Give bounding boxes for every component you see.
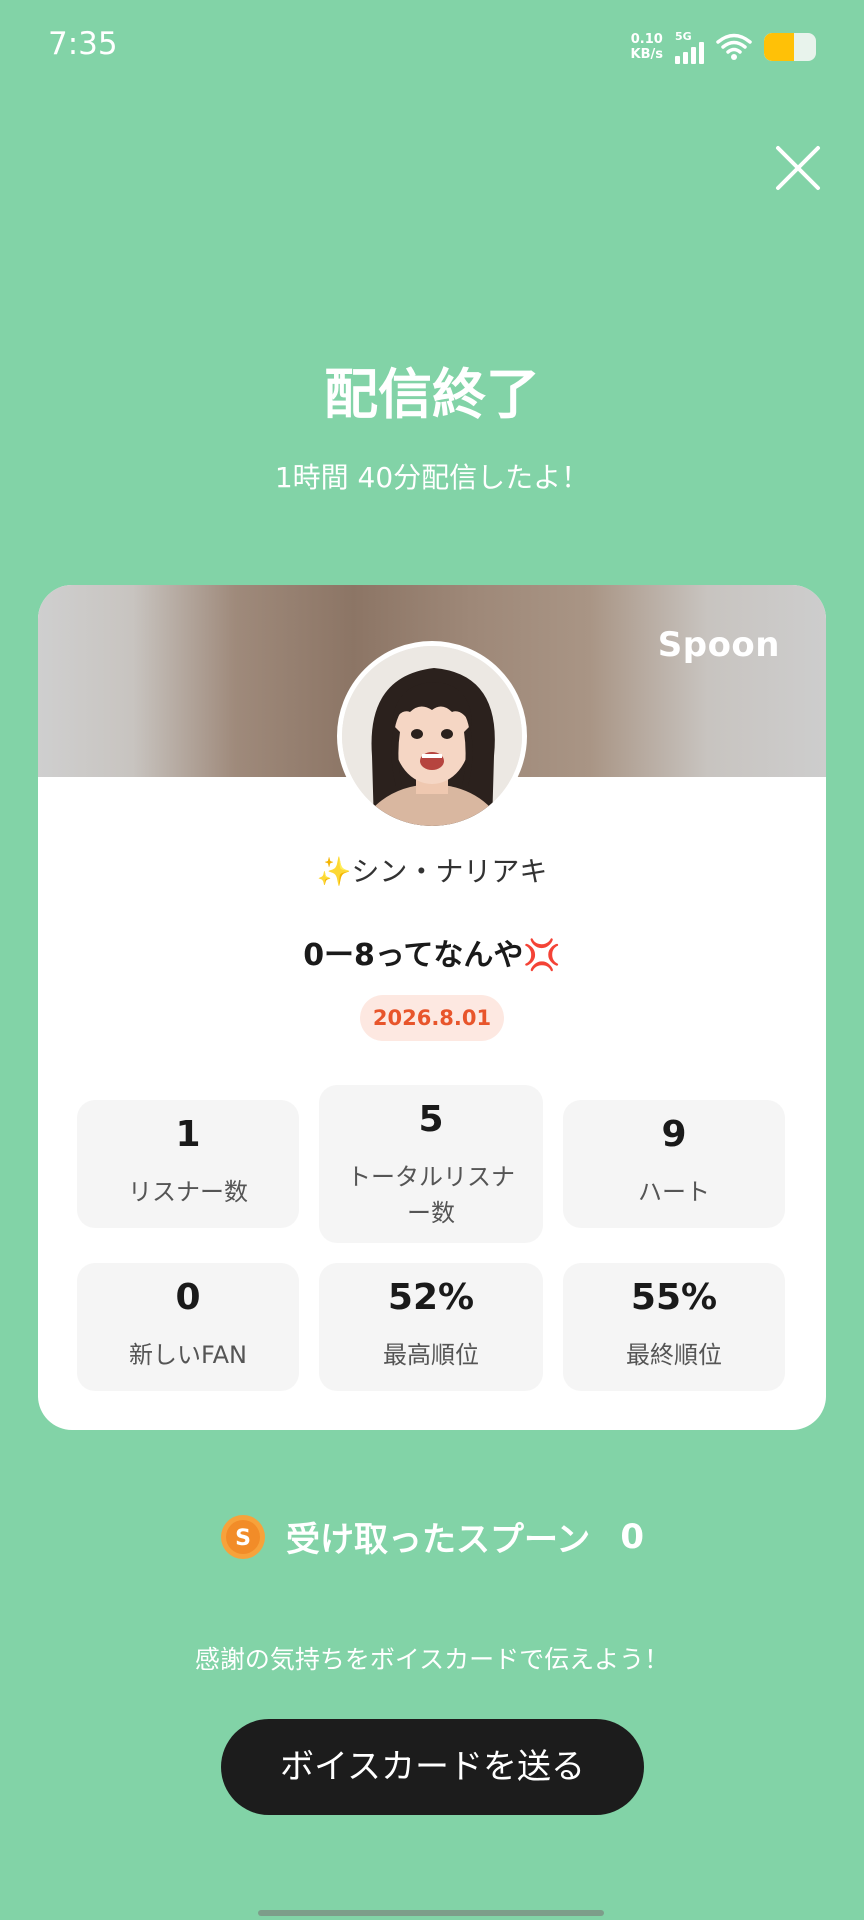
status-icons: 0.10 KB/s 5G <box>631 30 816 64</box>
send-voice-card-button[interactable]: ボイスカードを送る <box>221 1719 644 1815</box>
home-indicator[interactable] <box>258 1910 604 1916</box>
status-time: 7:35 <box>48 26 118 62</box>
spoons-count: 0 <box>620 1516 644 1557</box>
battery-icon <box>764 33 816 61</box>
stat-hearts: 9 ハート <box>563 1100 785 1228</box>
received-spoons: S 受け取ったスプーン 0 <box>0 1512 864 1561</box>
stat-total-listeners: 5 トータルリスナ ー数 <box>319 1085 543 1243</box>
network-speed: 0.10 KB/s <box>630 32 663 62</box>
thanks-message: 感謝の気持ちをボイスカードで伝えよう！ <box>194 1645 670 1674</box>
host-name: ✨シン・ナリアキ <box>316 855 548 888</box>
status-bar: 7:35 0.10 KB/s 5G <box>0 0 864 92</box>
stat-highest-rank: 52% 最高順位 <box>319 1263 543 1391</box>
broadcast-summary-card: Spoon ✨シン・ナリアキ 0ー8ってなんや💢 2026.8.01 1 リスナ… <box>38 585 826 1430</box>
stat-new-fans: 0 新しいFAN <box>77 1263 299 1391</box>
stream-title: 0ー8ってなんや💢 <box>303 938 561 973</box>
svg-text:S: S <box>235 1526 251 1551</box>
broadcast-duration: 1時間 40分配信したよ！ <box>274 461 590 494</box>
cellular-signal-icon: 5G <box>675 31 704 64</box>
spoons-label: 受け取ったスプーン <box>286 1520 591 1560</box>
page-title: 配信終了 <box>324 363 540 426</box>
wifi-icon <box>716 33 752 60</box>
date-badge: 2026.8.01 <box>360 995 504 1041</box>
close-icon <box>776 146 820 190</box>
stat-final-rank: 55% 最終順位 <box>563 1263 785 1391</box>
host-avatar <box>337 641 527 831</box>
spoon-coin-icon: S <box>221 1514 265 1559</box>
stat-listeners: 1 リスナー数 <box>77 1100 299 1228</box>
spoon-logo: Spoon <box>657 625 780 665</box>
close-button[interactable] <box>772 142 824 194</box>
